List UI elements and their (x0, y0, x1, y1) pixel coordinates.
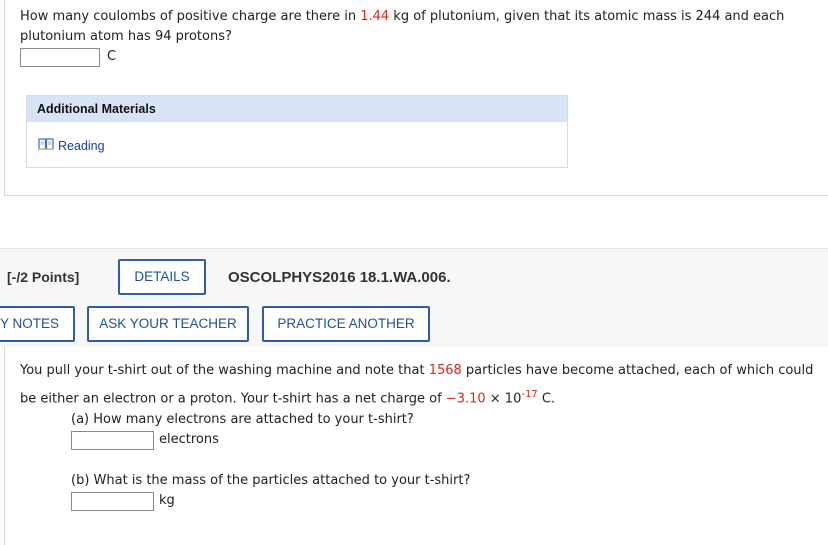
reading-link[interactable]: Reading (38, 138, 105, 154)
q1-unit: C (107, 49, 117, 64)
part-a-answer-input[interactable] (71, 431, 154, 450)
q2-particle-count: 1568 (428, 363, 462, 378)
question-1-text: How many coulombs of positive charge are… (20, 7, 820, 47)
q2-charge-exponent: -17 (521, 389, 538, 400)
q1-mass-value: 1.44 (360, 9, 390, 24)
part-b-answer-input[interactable] (71, 492, 154, 511)
points-label: [-/2 Points] (7, 269, 80, 285)
reading-label: Reading (58, 139, 105, 153)
notes-button[interactable]: Y NOTES (0, 306, 75, 342)
question-code: OSCOLPHYS2016 18.1.WA.006. (228, 269, 451, 286)
q1-answer-input[interactable] (20, 48, 100, 67)
q2-charge-unit: C. (537, 391, 556, 407)
additional-materials-panel: Additional Materials Reading (26, 95, 568, 168)
book-icon (38, 138, 58, 154)
q2-line2-part1: be either an electron or a proton. Your … (20, 391, 446, 407)
q2-charge-mantissa: −3.10 (445, 391, 486, 407)
practice-another-button[interactable]: PRACTICE ANOTHER (262, 306, 430, 342)
part-b-unit: kg (159, 493, 175, 508)
q2-line1-part1: You pull your t-shirt out of the washing… (20, 363, 429, 378)
question-2-text: You pull your t-shirt out of the washing… (20, 359, 825, 411)
part-a-prompt: (a) How many electrons are attached to y… (71, 412, 414, 427)
q1-text-part1: How many coulombs of positive charge are… (20, 9, 361, 24)
q2-line1-part2: particles have become attached, each of … (461, 363, 814, 378)
details-button[interactable]: DETAILS (118, 259, 206, 295)
q2-times-ten: × 10 (485, 391, 522, 407)
part-a-unit: electrons (159, 432, 219, 447)
q1-text-part2: kg of plutonium, given that its atomic m… (389, 9, 785, 24)
part-b-prompt: (b) What is the mass of the particles at… (71, 473, 471, 488)
additional-materials-title: Additional Materials (27, 96, 567, 122)
ask-your-teacher-button[interactable]: ASK YOUR TEACHER (87, 306, 249, 342)
q1-text-line2: plutonium atom has 94 protons? (20, 29, 232, 44)
